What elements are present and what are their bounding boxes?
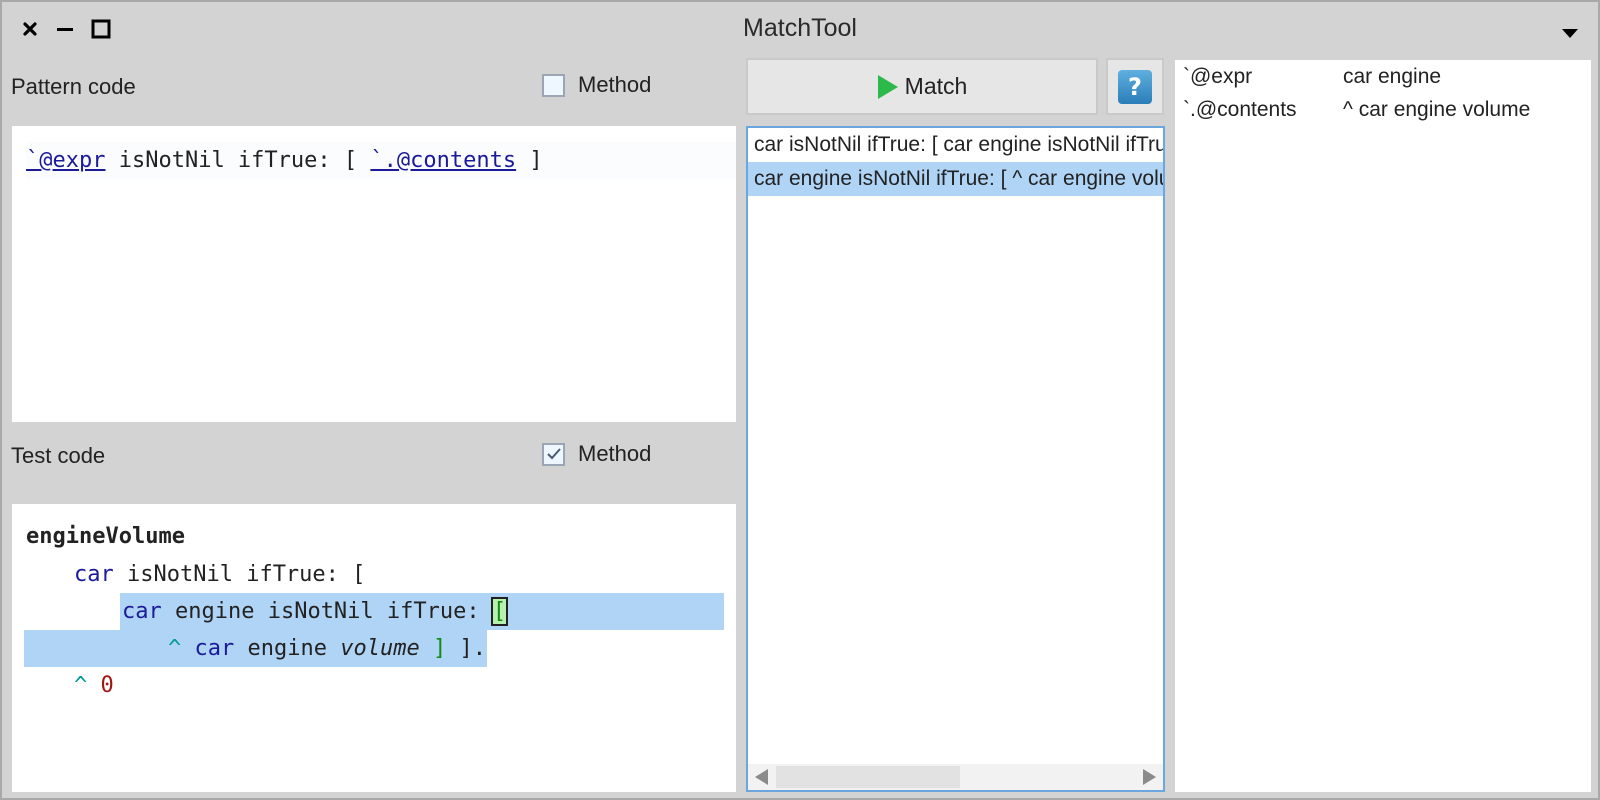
return-caret: ^ — [168, 636, 182, 661]
window-title: MatchTool — [743, 14, 857, 42]
code-text: isNotNil ifTrue: [ — [113, 562, 366, 587]
code-text-wrap: ^ car engine volume ] ]. — [168, 630, 486, 667]
checkbox-box — [542, 73, 565, 97]
method-selector: engineVolume — [26, 524, 185, 549]
code-line: car engine isNotNil ifTrue: [ — [12, 593, 724, 630]
checkmark-icon — [546, 448, 561, 460]
window-menu-button[interactable] — [1562, 24, 1578, 38]
arrow-right-icon — [1143, 769, 1156, 785]
binding-key: `@expr — [1183, 65, 1253, 88]
binding-value: ^ car engine volume — [1343, 98, 1531, 121]
arrow-left-icon — [755, 769, 768, 785]
binding-row[interactable]: `.@contents ^ car engine volume — [1183, 93, 1530, 127]
pattern-variable: `.@contents — [370, 148, 517, 173]
matched-bracket: [ — [490, 597, 509, 626]
horizontal-scrollbar[interactable] — [748, 764, 1163, 790]
test-code-label: Test code — [11, 443, 106, 468]
code-text: engine — [234, 636, 341, 661]
code-text: isNotNil ifTrue: [ — [105, 148, 371, 173]
checkbox-label: Method — [578, 72, 652, 97]
checkbox-label: Method — [578, 441, 652, 466]
match-button-label: Match — [904, 73, 968, 99]
code-text: engine isNotNil ifTrue: — [161, 599, 493, 624]
checkbox-box — [542, 442, 565, 466]
match-results-list[interactable]: car isNotNil ifTrue: [ car engine isNotN… — [746, 126, 1165, 792]
code-number: 0 — [100, 673, 114, 698]
help-button[interactable]: ? — [1106, 58, 1164, 115]
code-line: car isNotNil ifTrue: [ — [74, 556, 736, 593]
play-icon — [877, 74, 898, 99]
result-item-selected[interactable]: car engine isNotNil ifTrue: [ ^ car engi… — [748, 162, 1163, 196]
code-message: volume — [340, 636, 420, 661]
help-icon: ? — [1118, 69, 1152, 104]
match-button[interactable]: Match — [746, 58, 1098, 115]
code-text-wrap: car engine isNotNil ifTrue: [ — [122, 593, 509, 630]
bindings-table: `@expr car engine `.@contents ^ car engi… — [1175, 60, 1591, 792]
pattern-variable: `@expr — [26, 148, 106, 173]
scroll-left-button[interactable] — [752, 767, 772, 787]
title-bar: MatchTool — [2, 2, 1598, 54]
code-text: ]. — [446, 636, 486, 661]
scrollbar-thumb[interactable] — [776, 766, 960, 788]
return-caret: ^ — [74, 673, 88, 698]
pattern-code-editor[interactable]: `@expr isNotNil ifTrue: [ `.@contents ] — [12, 126, 736, 422]
code-bracket: ] — [432, 636, 447, 661]
chevron-down-icon — [1562, 29, 1578, 38]
match-tool-window: MatchTool Pattern code Method `@expr isN… — [2, 2, 1598, 798]
code-line: ^ 0 — [74, 667, 736, 704]
code-line: engineVolume — [26, 518, 736, 555]
binding-value: car engine — [1343, 65, 1442, 88]
code-line: ^ car engine volume ] ]. — [12, 630, 736, 667]
result-item[interactable]: car isNotNil ifTrue: [ car engine isNotN… — [748, 128, 1163, 162]
code-variable: car — [74, 562, 114, 587]
scroll-right-button[interactable] — [1139, 767, 1159, 787]
pattern-code-label: Pattern code — [11, 74, 136, 99]
test-code-editor[interactable]: engineVolume car isNotNil ifTrue: [ car … — [12, 504, 736, 792]
code-variable: car — [122, 599, 162, 624]
binding-key: `.@contents — [1183, 98, 1297, 121]
test-method-checkbox[interactable]: Method — [542, 441, 651, 467]
code-text: ] — [516, 148, 543, 173]
code-variable: car — [194, 636, 235, 661]
binding-row[interactable]: `@expr car engine — [1183, 60, 1441, 94]
code-line: `@expr isNotNil ifTrue: [ `.@contents ] — [26, 142, 736, 179]
pattern-method-checkbox[interactable]: Method — [542, 72, 651, 98]
